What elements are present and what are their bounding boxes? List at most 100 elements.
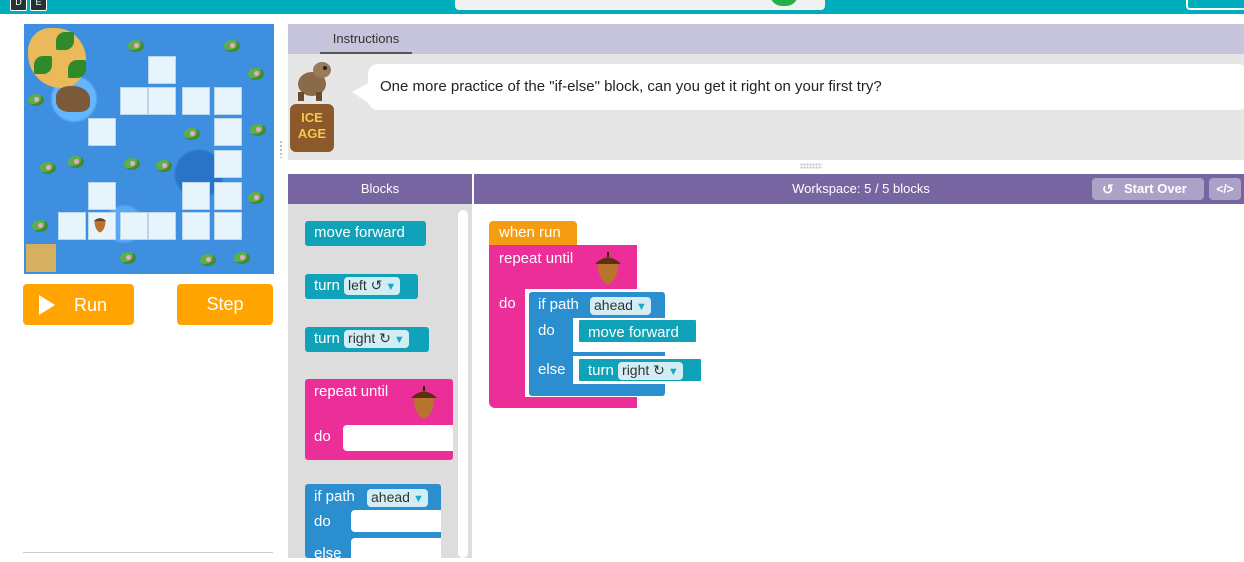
horizontal-resize-handle[interactable] — [800, 163, 822, 169]
lily-pad-icon — [124, 158, 140, 170]
block-label: move forward — [314, 224, 405, 241]
dropdown-arrow-icon: ▼ — [385, 281, 397, 293]
tab-instructions[interactable]: Instructions — [320, 24, 412, 54]
reset-icon: ↺ — [1102, 181, 1114, 197]
run-label: Run — [74, 295, 108, 315]
block-label: else — [538, 361, 566, 378]
palm-tree-icon — [56, 32, 74, 50]
dropdown-arrow-icon: ▼ — [393, 334, 405, 346]
direction-dropdown[interactable]: right ↻ ▼ — [618, 362, 683, 380]
lily-pad-icon — [248, 68, 264, 80]
dropdown-arrow-icon: ▼ — [667, 366, 679, 378]
dropdown-value: ahead — [594, 297, 633, 313]
maze-tile — [58, 212, 86, 240]
toolbox-turn-left-block[interactable]: turn left ↺ ▼ — [305, 274, 418, 299]
start-over-label: Start Over — [1124, 181, 1187, 196]
maze-tile — [214, 118, 242, 146]
when-run-block[interactable]: when run — [489, 221, 577, 245]
palm-tree-icon — [68, 60, 86, 78]
ice-age-logo: ICE AGE — [290, 104, 334, 152]
block-label: do — [314, 513, 331, 530]
top-bar: D E — [0, 0, 1244, 14]
lily-pad-icon — [68, 156, 84, 168]
direction-dropdown[interactable]: right ↻ ▼ — [344, 330, 409, 348]
maze-tile — [214, 150, 242, 178]
block-label: repeat until — [314, 383, 389, 400]
turn-right-block[interactable]: turn right ↻ ▼ — [577, 357, 703, 383]
acorn-goal-icon — [93, 218, 107, 233]
maze-tile — [214, 182, 242, 210]
scrat-character-icon — [56, 86, 90, 112]
lily-pad-icon — [40, 162, 56, 174]
left-divider — [23, 552, 273, 553]
dropdown-value: right ↻ — [622, 362, 665, 378]
toolbox-move-forward-block[interactable]: move forward — [305, 221, 426, 246]
top-left-box-e[interactable]: E — [30, 0, 47, 11]
maze-tile — [148, 56, 176, 84]
block-label: do — [314, 428, 331, 445]
block-label: turn — [314, 277, 340, 294]
dropdown-value: ahead — [371, 489, 410, 505]
direction-dropdown[interactable]: left ↺ ▼ — [344, 277, 401, 295]
lily-pad-icon — [120, 252, 136, 264]
maze-tile — [214, 87, 242, 115]
dropdown-value: right ↻ — [348, 330, 391, 346]
dropdown-value: left ↺ — [348, 277, 383, 293]
block-label: when run — [499, 224, 561, 241]
acorn-icon — [595, 252, 621, 285]
block-label: if path — [314, 488, 355, 505]
block-label: do — [499, 295, 516, 312]
run-button[interactable]: Run — [23, 284, 134, 325]
maze-tile — [88, 118, 116, 146]
maze-tile — [148, 87, 176, 115]
vertical-resize-handle[interactable] — [279, 140, 283, 158]
lily-pad-icon — [184, 128, 200, 140]
block-label: repeat until — [499, 250, 574, 267]
maze-tile — [214, 212, 242, 240]
show-code-button[interactable]: </> — [1209, 178, 1241, 200]
block-label: do — [538, 322, 555, 339]
path-dropdown[interactable]: ahead ▼ — [367, 489, 428, 507]
progress-bar — [455, 0, 825, 10]
lily-pad-icon — [248, 192, 264, 204]
block-label: move forward — [588, 324, 679, 341]
move-forward-block[interactable]: move forward — [577, 318, 698, 344]
toolbox-if-else-block[interactable]: if path ahead ▼ do else — [305, 484, 441, 562]
lily-pad-icon — [28, 94, 44, 106]
sand-patch-decoration — [26, 244, 56, 272]
blocks-header: Blocks — [288, 174, 472, 204]
block-label: turn — [314, 330, 340, 347]
lily-pad-icon — [128, 40, 144, 52]
maze-tile — [88, 182, 116, 210]
maze-tile — [182, 182, 210, 210]
top-left-box-d[interactable]: D — [10, 0, 27, 11]
maze-tile — [182, 212, 210, 240]
block-label: else — [314, 545, 342, 562]
lily-pad-icon — [200, 254, 216, 266]
top-right-button[interactable] — [1186, 0, 1244, 10]
maze-tile — [120, 87, 148, 115]
lily-pad-icon — [224, 40, 240, 52]
instruction-speech-bubble: One more practice of the "if-else" block… — [352, 64, 1244, 110]
lily-pad-icon — [234, 252, 250, 264]
path-dropdown[interactable]: ahead ▼ — [590, 297, 651, 315]
dropdown-arrow-icon: ▼ — [635, 301, 647, 313]
instructions-tab-bar — [288, 24, 1244, 54]
block-label: if path — [538, 296, 579, 313]
acorn-icon — [411, 386, 437, 419]
toolbox-turn-right-block[interactable]: turn right ↻ ▼ — [305, 327, 429, 352]
statement-slot — [343, 425, 453, 451]
start-over-button[interactable]: ↺ Start Over — [1092, 178, 1204, 200]
toolbox-scrollbar[interactable] — [458, 210, 468, 558]
dropdown-arrow-icon: ▼ — [412, 493, 424, 505]
lily-pad-icon — [32, 220, 48, 232]
lily-pad-icon — [156, 160, 172, 172]
maze-canvas — [24, 24, 274, 274]
palm-tree-icon — [34, 56, 52, 74]
step-button[interactable]: Step — [177, 284, 273, 325]
play-icon — [39, 295, 55, 315]
maze-tile — [148, 212, 176, 240]
scrat-avatar-icon — [298, 62, 331, 101]
instruction-text: One more practice of the "if-else" block… — [380, 78, 882, 95]
maze-tile — [120, 212, 148, 240]
